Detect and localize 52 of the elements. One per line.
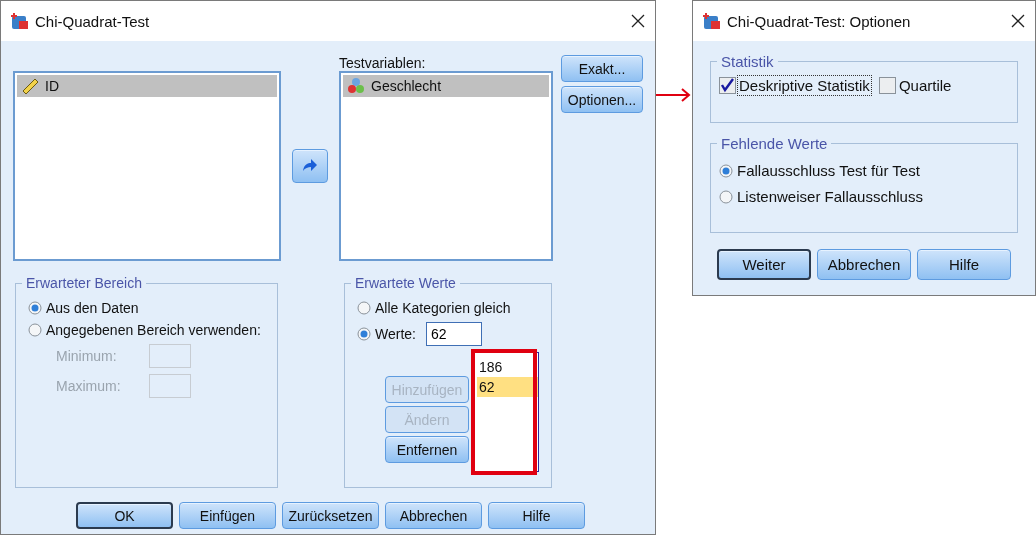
radio-button[interactable]: [357, 301, 371, 315]
side-button[interactable]: Exakt...: [561, 55, 643, 82]
radio-label: Listenweiser Fallausschluss: [737, 188, 923, 205]
dialog-button[interactable]: Abbrechen: [385, 502, 482, 529]
close-icon[interactable]: [1011, 14, 1025, 28]
app-icon: [11, 12, 29, 30]
ruler-icon: [21, 77, 39, 95]
app-icon: [703, 12, 721, 30]
radio-button[interactable]: [28, 301, 42, 315]
input-field[interactable]: [149, 374, 191, 398]
list-item[interactable]: 62: [477, 377, 538, 397]
window-title: Chi-Quadrat-Test: Optionen: [727, 12, 912, 30]
input-field[interactable]: [149, 344, 191, 368]
radio-button[interactable]: [357, 327, 371, 341]
field-label: Minimum:: [56, 348, 118, 364]
radio-label: Fallausschluss Test für Test: [737, 162, 920, 179]
radio-label: Aus den Daten: [46, 300, 139, 316]
radio-button[interactable]: [719, 189, 733, 204]
values-input[interactable]: 62: [426, 322, 482, 346]
dialog-button[interactable]: Weiter: [717, 249, 811, 280]
pointer-arrow: [656, 88, 692, 102]
dialog-button[interactable]: Zurücksetzen: [282, 502, 379, 529]
radio-label: Werte:: [375, 326, 416, 342]
list-button[interactable]: Entfernen: [385, 436, 469, 463]
group-title: Erwartete Werte: [351, 275, 460, 291]
list-item[interactable]: Geschlecht: [343, 75, 549, 97]
list-item[interactable]: ID: [17, 75, 277, 97]
checkbox-label: Deskriptive Statistik: [738, 76, 871, 95]
close-icon[interactable]: [631, 14, 645, 28]
radio-label: Alle Kategorien gleich: [375, 300, 511, 316]
field-label: Maximum:: [56, 378, 122, 394]
group-title: Erwarteter Bereich: [22, 275, 146, 291]
checkbox[interactable]: [719, 77, 736, 94]
radio-button[interactable]: [719, 163, 733, 178]
dialog-button[interactable]: Hilfe: [488, 502, 585, 529]
checkbox[interactable]: [878, 77, 896, 94]
balls-icon: [347, 77, 365, 95]
arrow-icon: [302, 157, 318, 172]
window-title: Chi-Quadrat-Test: [35, 12, 151, 30]
list-label: Testvariablen:: [339, 55, 427, 71]
checkbox-label: Quartile: [897, 76, 953, 95]
group-title: Fehlende Werte: [717, 135, 832, 152]
radio-label: Angegebenen Bereich verwenden:: [46, 322, 261, 338]
group-title: Statistik: [717, 53, 778, 70]
dialog-button[interactable]: Abbrechen: [817, 249, 911, 280]
radio-button[interactable]: [28, 323, 42, 337]
move-button[interactable]: [292, 149, 328, 183]
dialog-button[interactable]: Einfügen: [179, 502, 276, 529]
dialog-button[interactable]: Hilfe: [917, 249, 1011, 280]
dialog-button[interactable]: OK: [76, 502, 173, 529]
side-button[interactable]: Optionen...: [561, 86, 643, 113]
list-item[interactable]: 186: [477, 357, 538, 377]
